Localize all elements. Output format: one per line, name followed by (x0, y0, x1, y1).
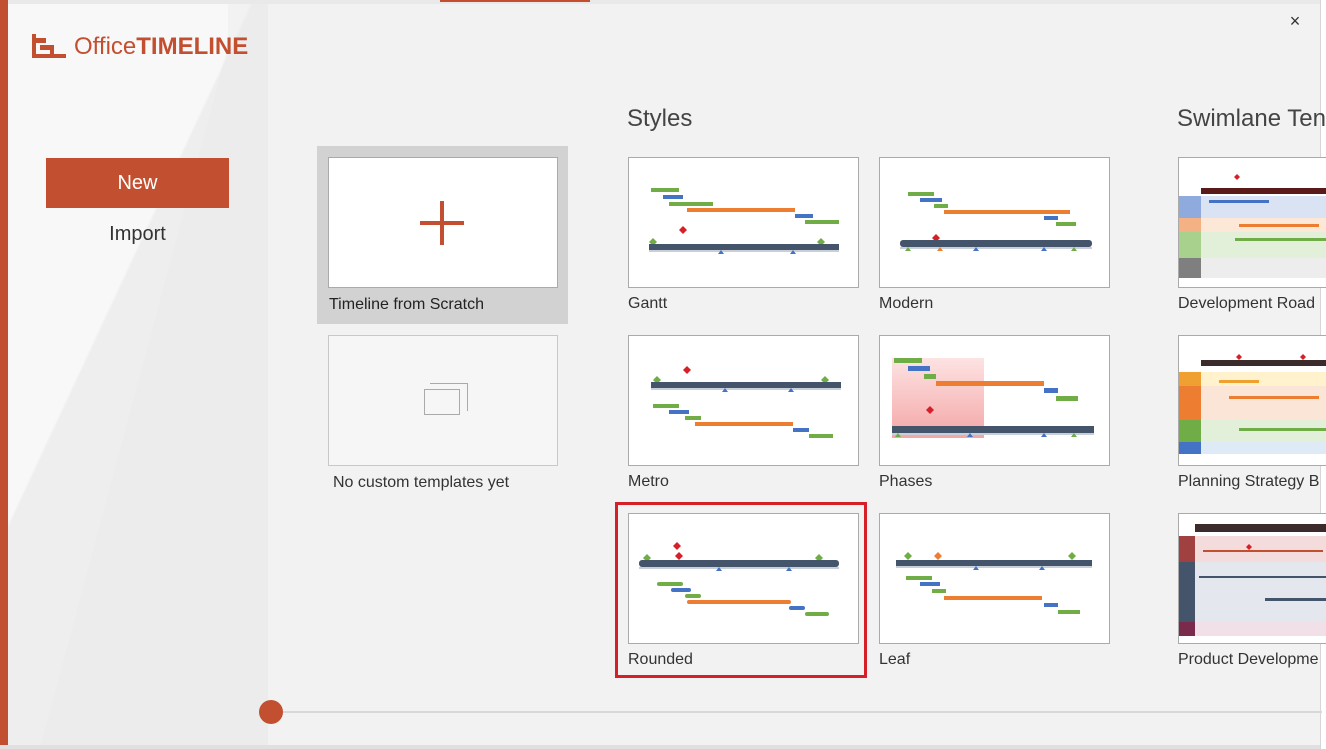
custom-templates-card (328, 335, 558, 466)
logo-wordmark: OfficeTIMELINE (74, 33, 248, 61)
gantt-label: Gantt (628, 295, 668, 312)
leaf-thumbnail (879, 513, 1110, 644)
timeline-logo-icon (30, 32, 66, 62)
close-button[interactable]: × (1284, 10, 1306, 32)
gantt-thumbnail (628, 157, 859, 288)
horizontal-scroll-knob[interactable] (259, 700, 283, 724)
planning-strategy-thumbnail (1178, 335, 1326, 466)
modern-label: Modern (879, 295, 934, 312)
custom-templates-label: No custom templates yet (333, 474, 510, 491)
timeline-from-scratch-card[interactable] (328, 157, 558, 288)
plus-icon (420, 201, 464, 245)
horizontal-scroll-track[interactable] (282, 711, 1322, 713)
timeline-from-scratch-label: Timeline from Scratch (329, 296, 484, 313)
metro-thumbnail (628, 335, 859, 466)
swimlane-heading: Swimlane Ten (1177, 105, 1326, 132)
styles-heading: Styles (627, 105, 693, 132)
top-edge (0, 0, 1326, 4)
left-accent-edge (0, 0, 8, 749)
planning-strategy-label: Planning Strategy B (1178, 473, 1320, 490)
app-logo: OfficeTIMELINE (30, 32, 248, 62)
logo-office-text: Office (74, 33, 137, 60)
metro-label: Metro (628, 473, 669, 490)
development-road-label: Development Road (1178, 295, 1315, 312)
bottom-edge (0, 745, 1326, 749)
nav-import-button[interactable]: Import (46, 214, 229, 254)
background-shape-diagonal (8, 0, 268, 749)
phases-thumbnail (879, 335, 1110, 466)
development-road-thumbnail (1178, 157, 1326, 288)
product-development-thumbnail (1178, 513, 1326, 644)
leaf-label: Leaf (879, 651, 911, 668)
product-development-label: Product Developme (1178, 651, 1319, 668)
template-gallery-window: OfficeTIMELINE × New Import Styles Swiml… (0, 0, 1326, 749)
logo-timeline-text: TIMELINE (136, 33, 249, 60)
phases-label: Phases (879, 473, 933, 490)
selected-template-highlight (615, 502, 867, 678)
close-icon: × (1289, 11, 1301, 31)
copy-icon (424, 383, 470, 419)
nav-new-button[interactable]: New (46, 158, 229, 208)
modern-thumbnail (879, 157, 1110, 288)
